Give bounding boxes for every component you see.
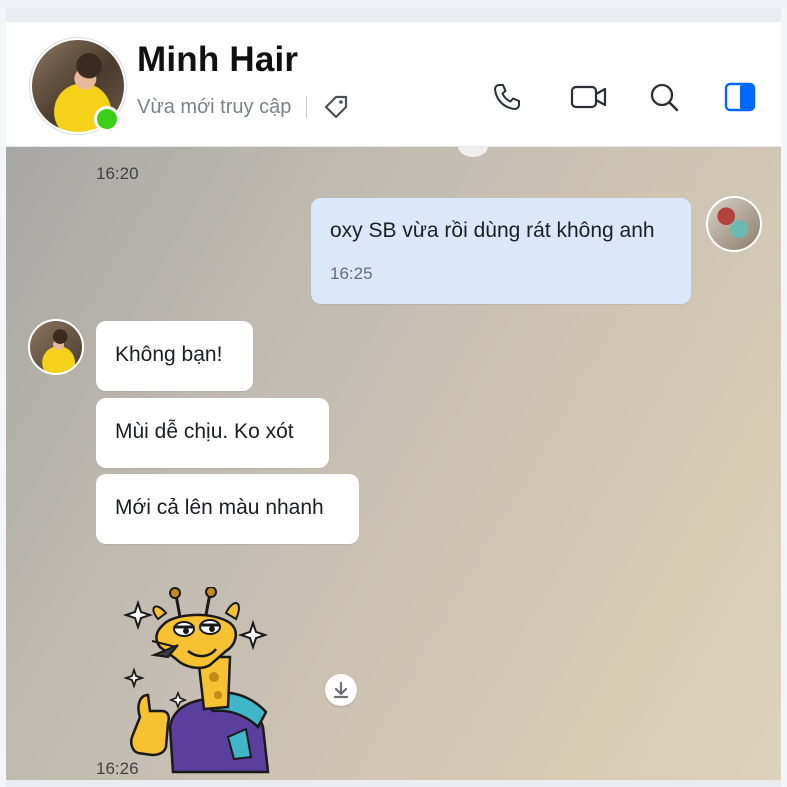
message-text: Không bạn! <box>115 343 223 366</box>
timestamp-divider: 16:26 <box>96 759 139 778</box>
my-avatar[interactable] <box>706 196 762 252</box>
timestamp-divider: 16:20 <box>96 164 139 183</box>
contact-name[interactable]: Minh Hair <box>137 40 298 80</box>
phone-icon[interactable] <box>490 80 524 114</box>
top-strip <box>0 0 787 8</box>
message-time: 16:25 <box>330 264 373 283</box>
giraffe-sticker[interactable] <box>118 587 278 777</box>
sidebar-toggle-icon[interactable] <box>723 80 757 114</box>
peer-avatar[interactable] <box>28 319 84 375</box>
message-text: Mùi dễ chịu. Ko xót <box>115 420 294 443</box>
status-divider <box>306 96 307 118</box>
outgoing-message[interactable]: oxy SB vừa rồi dùng rát không anh 16:25 <box>311 198 691 304</box>
chat-window: Minh Hair Vừa mới truy cập 16:20 oxy SB <box>6 22 781 780</box>
contact-status: Vừa mới truy cập <box>137 96 292 118</box>
video-call-icon[interactable] <box>570 80 608 114</box>
incoming-message[interactable]: Mới cả lên màu nhanh <box>96 474 359 544</box>
incoming-message[interactable]: Mùi dễ chịu. Ko xót <box>96 398 329 468</box>
download-button[interactable] <box>325 674 357 706</box>
search-icon[interactable] <box>647 80 681 114</box>
chat-header: Minh Hair Vừa mới truy cập <box>6 22 781 147</box>
right-rail <box>781 8 787 787</box>
incoming-message[interactable]: Không bạn! <box>96 321 253 391</box>
online-status-dot <box>94 106 120 132</box>
scroll-indicator[interactable] <box>458 147 488 157</box>
message-text: Mới cả lên màu nhanh <box>115 496 324 519</box>
message-area[interactable]: 16:20 oxy SB vừa rồi dùng rát không anh … <box>6 147 781 780</box>
download-icon <box>333 681 349 699</box>
tag-icon[interactable] <box>322 93 350 121</box>
message-text: oxy SB vừa rồi dùng rát không anh <box>330 219 655 242</box>
